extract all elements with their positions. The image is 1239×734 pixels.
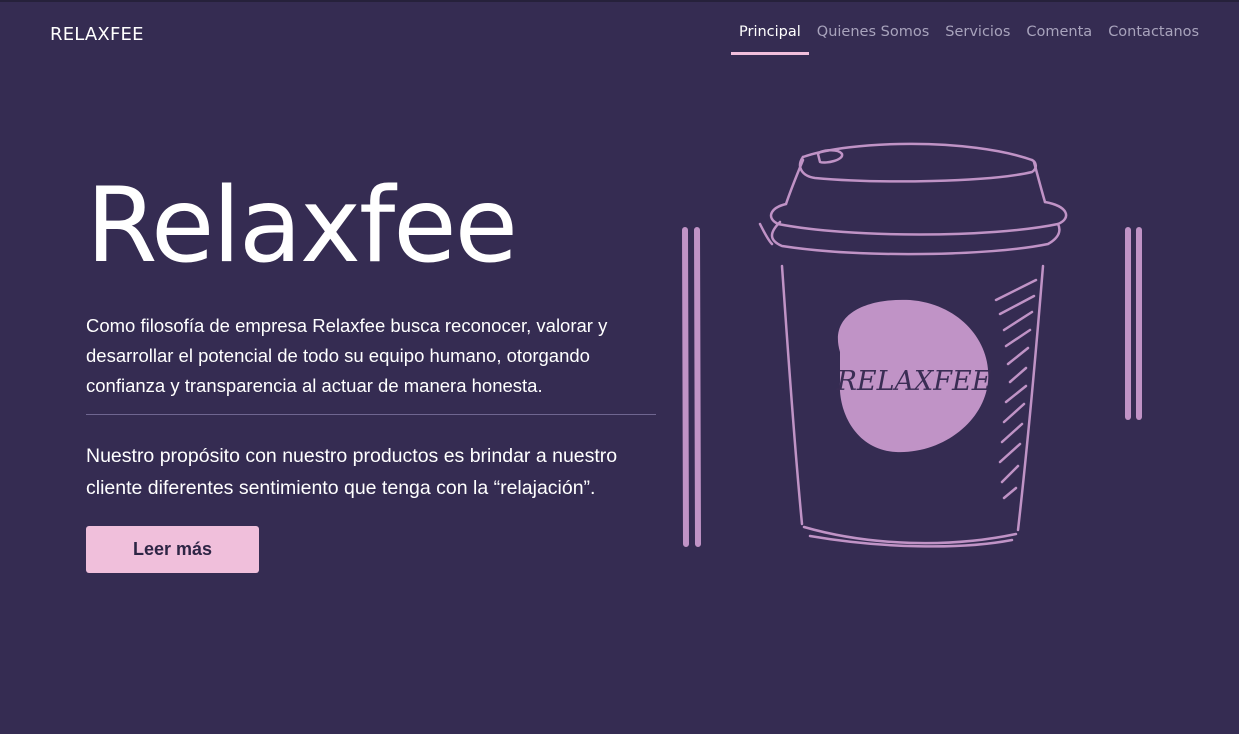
hero-title: Relaxfee: [86, 166, 518, 286]
divider: [86, 414, 656, 415]
left-bar-1: [682, 227, 689, 547]
main-nav: Principal Quienes Somos Servicios Coment…: [731, 24, 1207, 55]
landing-page: RELAXFEE Principal Quienes Somos Servici…: [0, 0, 1239, 734]
nav-item-quienes-somos[interactable]: Quienes Somos: [809, 24, 937, 55]
nav-item-contactanos[interactable]: Contactanos: [1100, 24, 1207, 55]
brand-logo[interactable]: RELAXFEE: [50, 24, 144, 45]
coffee-cup-illustration: RELAXFEE: [682, 142, 1142, 548]
nav-item-comenta[interactable]: Comenta: [1018, 24, 1100, 55]
read-more-button[interactable]: Leer más: [86, 526, 259, 573]
cup-logo-text: RELAXFEE: [836, 366, 992, 397]
left-bar-2: [694, 227, 701, 547]
nav-item-servicios[interactable]: Servicios: [937, 24, 1018, 55]
philosophy-paragraph: Como filosofía de empresa Relaxfee busca…: [86, 315, 608, 396]
nav-item-principal[interactable]: Principal: [731, 24, 809, 55]
purpose-paragraph: Nuestro propósito con nuestro productos …: [86, 445, 618, 499]
